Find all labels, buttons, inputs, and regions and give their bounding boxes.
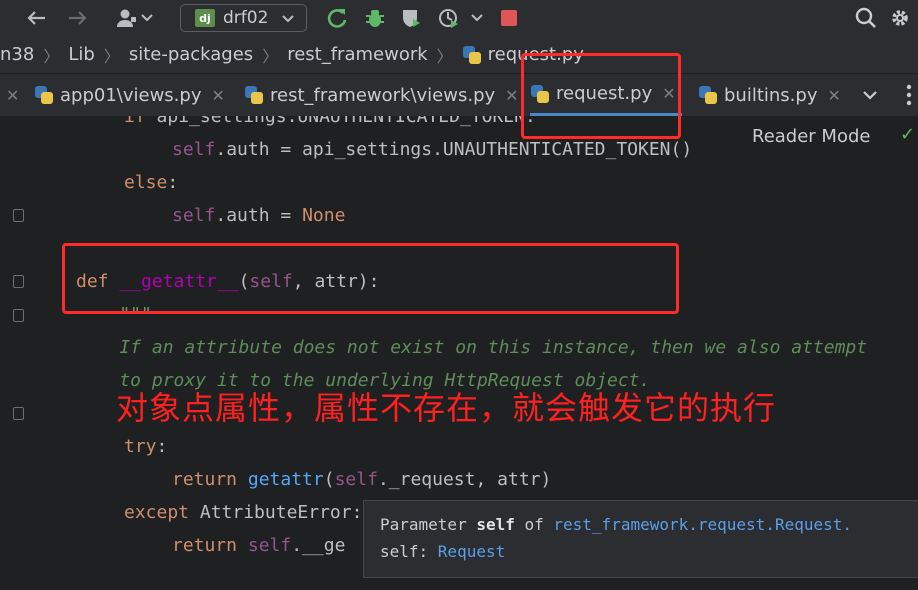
breadcrumb-item[interactable]: site-packages [129,44,253,65]
tab-label: app01\views.py [60,84,202,106]
annotation-text: 对象点属性，属性不存在，就会触发它的执行 [116,389,777,427]
coverage-icon[interactable] [398,4,424,32]
tooltip-line-2: self: Request [380,542,506,561]
rerun-icon[interactable] [324,4,350,32]
code-line: return self.__ge [172,535,346,556]
parameter-info-tooltip: Parameter self of rest_framework.request… [363,500,918,578]
code-line: else: [124,172,179,193]
tab-close-overflow-icon[interactable]: ✕ [0,74,19,116]
highlight-box-active-tab [521,53,681,139]
chevron-right-icon: 〉 [436,46,453,66]
chevron-right-icon: 〉 [103,46,120,66]
tooltip-line-1: Parameter self of rest_framework.request… [380,515,853,534]
code-line: If an attribute does not exist on this i… [76,337,868,358]
chevron-down-icon[interactable] [470,4,484,32]
tooltip-link[interactable]: rest_framework.request.Request. [553,515,852,534]
python-file-icon [698,85,718,105]
profile-icon[interactable] [436,4,462,32]
code-content: if api_settings.UNAUTHENTICATED_TOKEN: s… [0,116,867,556]
close-icon[interactable]: ✕ [505,86,518,105]
python-file-icon [462,45,482,65]
tab-rest-framework-views[interactable]: rest_framework\views.py ✕ [244,74,519,116]
search-icon[interactable] [852,4,880,32]
reader-mode-button[interactable]: Reader Mode [752,126,870,147]
chevron-down-icon [863,91,877,100]
close-icon[interactable]: ✕ [827,86,840,105]
forward-arrow-icon[interactable] [64,4,90,32]
debug-icon[interactable] [362,4,388,32]
inspection-ok-icon[interactable]: ✓ [900,124,915,145]
breadcrumb-item[interactable]: Lib [68,44,94,65]
main-toolbar: dj drf02 [0,0,918,36]
back-arrow-icon[interactable] [24,4,50,32]
breadcrumb-item[interactable]: n38 [0,44,34,65]
gear-icon[interactable] [886,4,914,32]
python-file-icon [244,85,264,105]
project-name: drf02 [223,8,269,28]
chevron-right-icon: 〉 [43,46,60,66]
tab-label: builtins.py [724,84,818,106]
tab-label: rest_framework\views.py [270,84,496,106]
chevron-down-icon [282,15,294,23]
user-icon[interactable] [114,4,140,32]
highlight-box-getattr [62,243,679,314]
code-line: try: [124,436,168,457]
stop-icon[interactable] [496,4,522,32]
editor-tabs: ✕ app01\views.py ✕ rest_framework\views.… [0,74,918,116]
code-line: self.auth = None [172,205,346,226]
breadcrumb: n38 〉 Lib 〉 site-packages 〉 rest_framewo… [0,36,918,74]
breadcrumb-item[interactable]: rest_framework [287,44,427,65]
django-icon: dj [195,9,215,27]
tab-app01-views[interactable]: app01\views.py ✕ [34,74,225,116]
tooltip-link[interactable]: Request [438,542,505,561]
tabs-dropdown-button[interactable] [862,74,878,116]
tab-builtins[interactable]: builtins.py ✕ [698,74,841,116]
code-line: if api_settings.UNAUTHENTICATED_TOKEN: [124,116,536,127]
python-file-icon [34,85,54,105]
close-icon[interactable]: ✕ [211,86,224,105]
run-configuration-selector[interactable]: dj drf02 [180,4,307,32]
more-options-icon[interactable] [906,74,912,116]
code-line: return getattr(self._request, attr) [172,469,552,490]
chevron-right-icon: 〉 [262,46,279,66]
code-line: except AttributeError: [124,502,363,523]
chevron-down-icon[interactable] [140,4,154,32]
